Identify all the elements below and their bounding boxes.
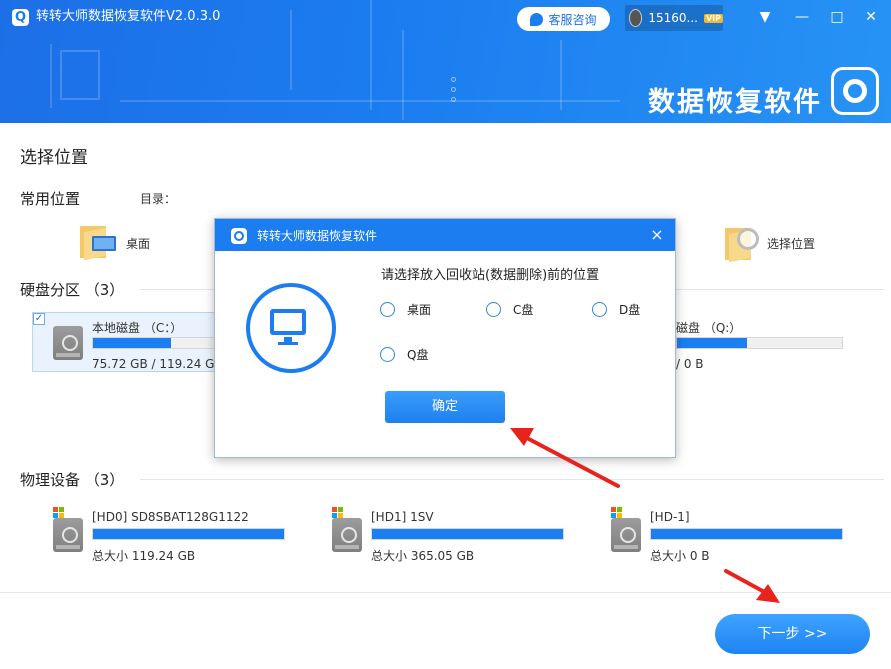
arrow-to-confirm-icon [510,428,620,488]
arrow-to-next-icon [724,569,780,603]
annotation-arrows [510,428,780,603]
